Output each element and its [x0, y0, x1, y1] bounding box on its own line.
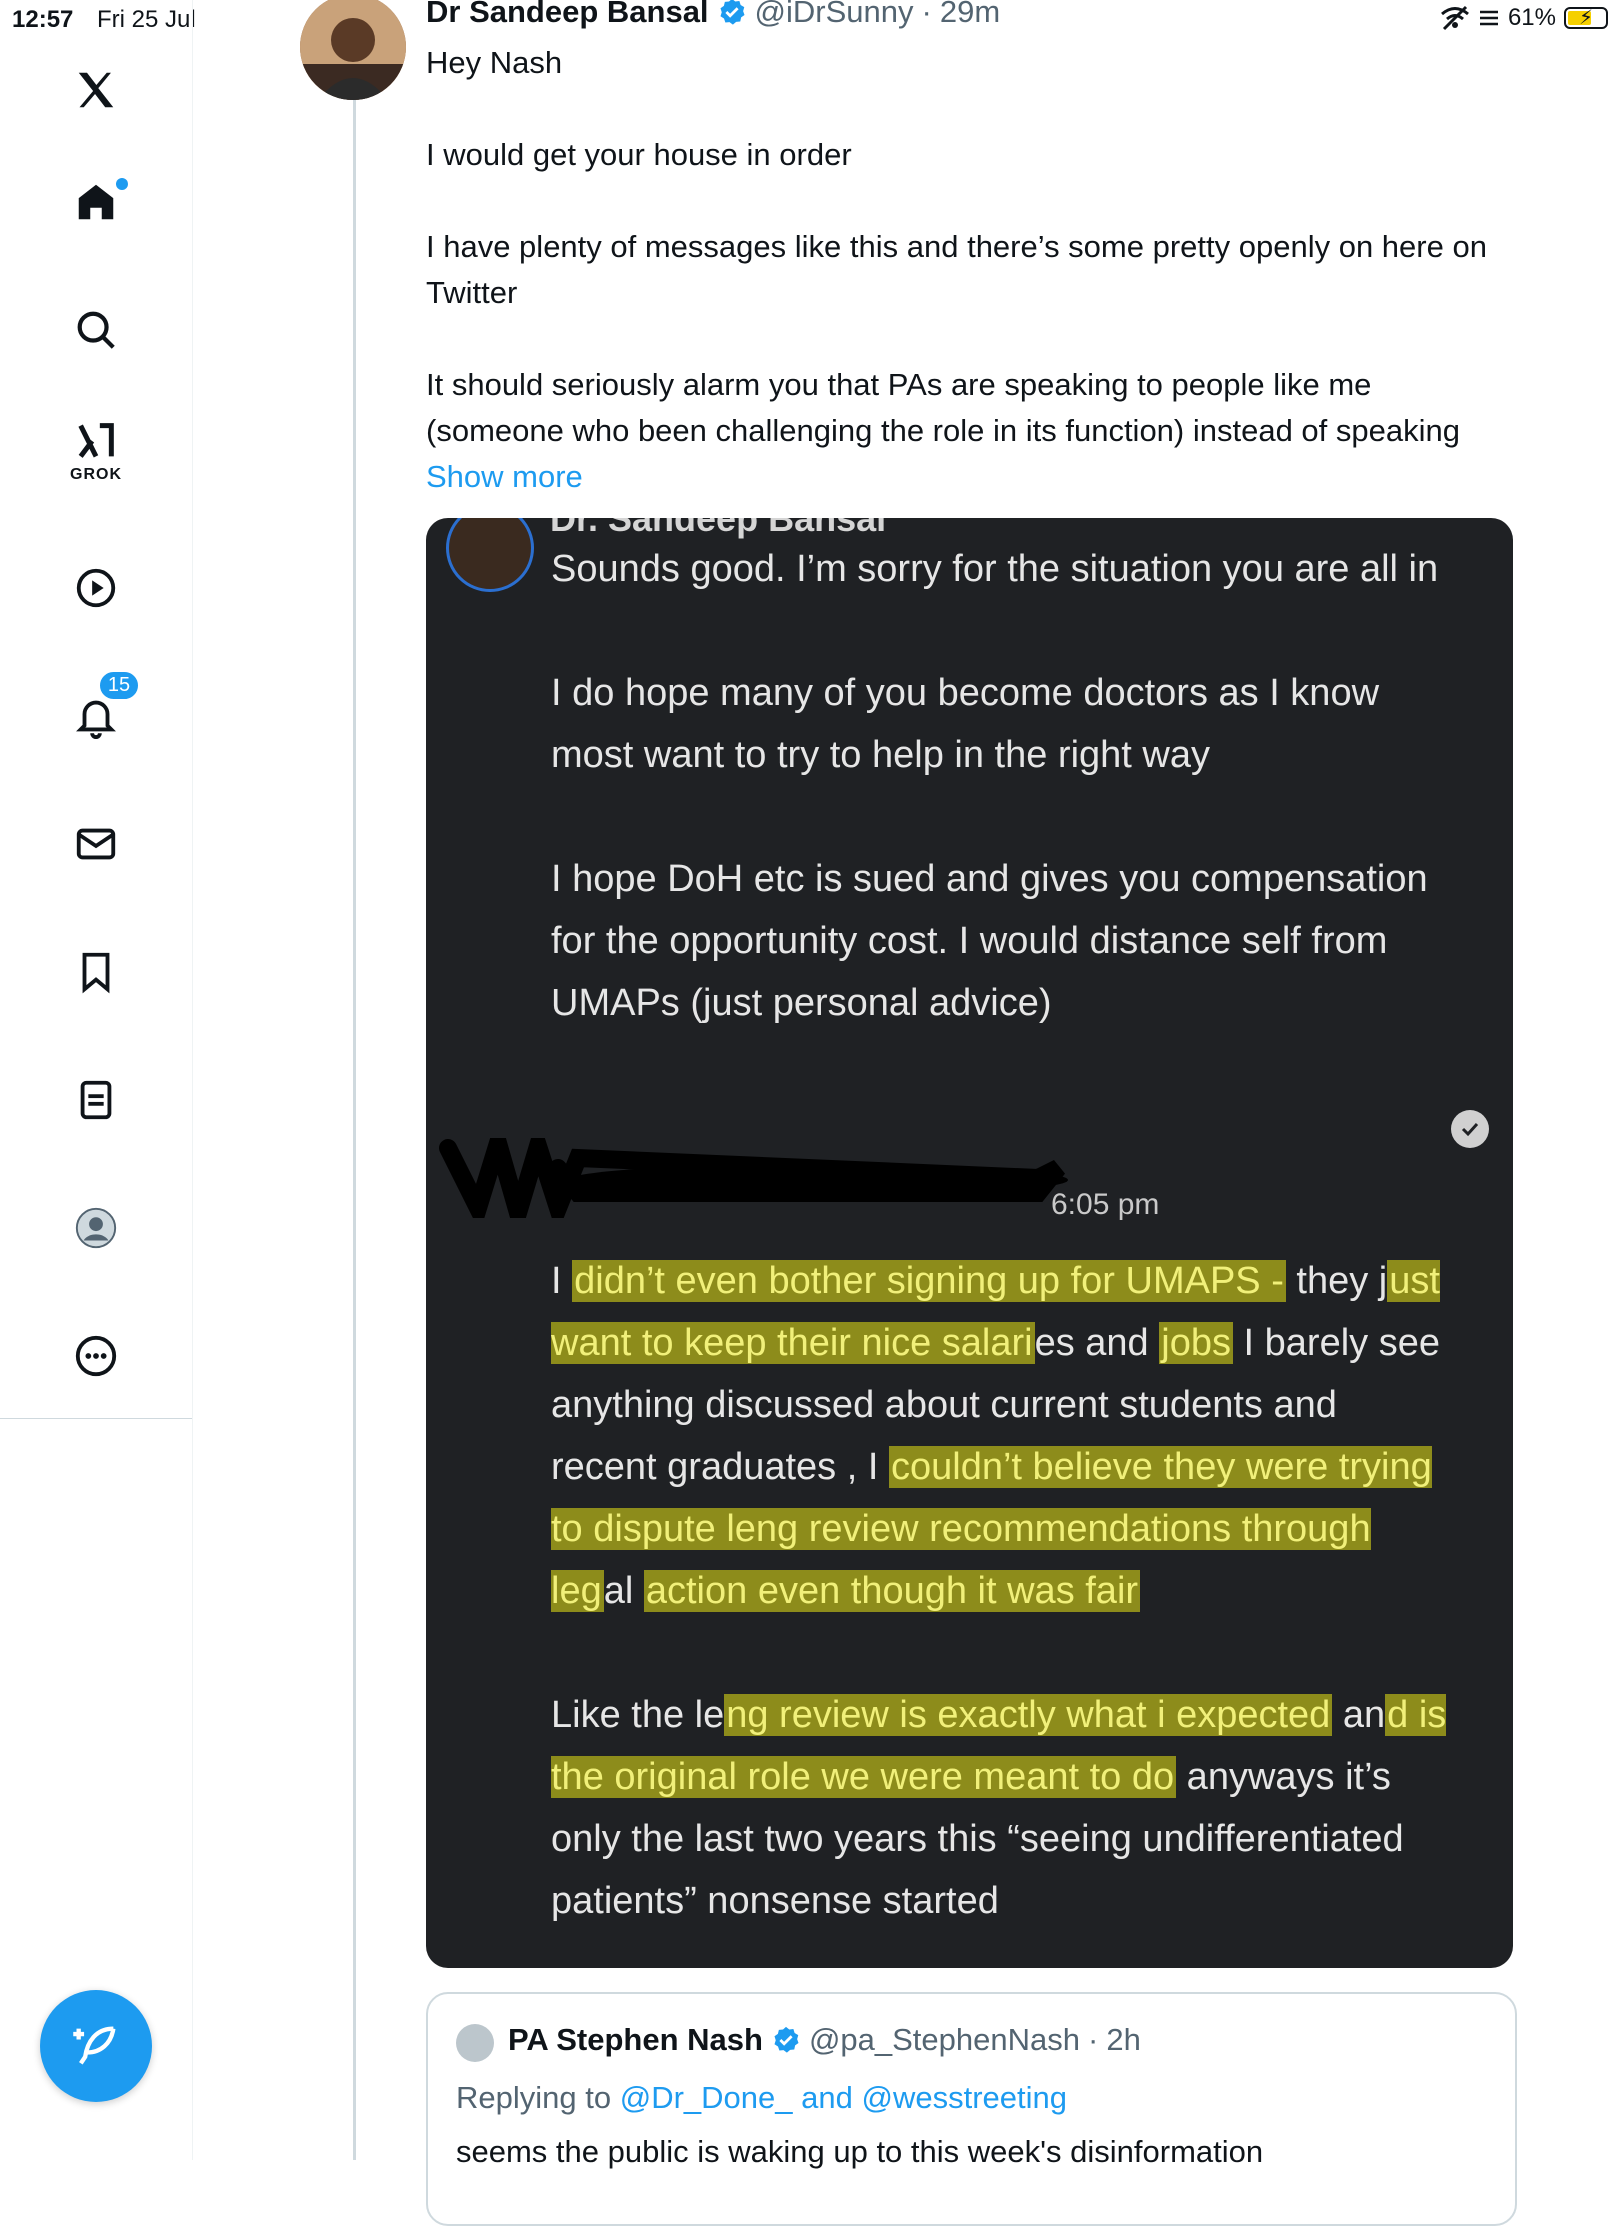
tweet-text: Hey Nash I would get your house in order…	[426, 40, 1516, 500]
x-logo[interactable]	[56, 50, 136, 130]
replying-prefix: Replying to	[456, 2080, 612, 2115]
highlighted-text: action even though it was fair	[643, 1570, 1141, 1612]
sidebar-item-home[interactable]	[56, 162, 136, 242]
read-check-icon	[1451, 1110, 1489, 1148]
msg-text: an	[1332, 1694, 1386, 1736]
verified-badge-icon	[720, 0, 745, 25]
profile-avatar-icon	[75, 1207, 117, 1249]
quote-author-handle: @pa_StephenNash	[808, 2022, 1080, 2057]
sidebar-item-notifications[interactable]: 15	[56, 670, 140, 756]
list-icon	[1479, 10, 1498, 26]
separator-dot: ·	[921, 0, 932, 29]
media-message-1: Sounds good. I’m sorry for the situation…	[551, 548, 1439, 1024]
thread-line	[353, 100, 356, 2160]
sidebar-item-lists[interactable]	[56, 1060, 136, 1140]
compose-button[interactable]	[40, 1990, 152, 2102]
media-sender-name: Dr. Sandeep Bansal	[550, 518, 887, 539]
battery-percent: 61%	[1507, 4, 1556, 31]
tweet-body: Hey Nash I would get your house in order…	[426, 45, 1487, 448]
play-circle-icon	[76, 568, 116, 608]
home-unread-dot	[116, 178, 128, 190]
quote-time: 2h	[1106, 2022, 1141, 2057]
media-timestamp: 6:05 pm	[1051, 1188, 1160, 1221]
sidebar-item-profile[interactable]	[56, 1188, 136, 1268]
sidebar-divider	[0, 1418, 192, 1419]
tweet-time[interactable]: 29m	[940, 0, 1000, 30]
show-more-link[interactable]: Show more	[426, 459, 583, 494]
highlighted-text: didn’t even bother signing up for UMAPS …	[572, 1260, 1286, 1302]
msg-text: I	[551, 1260, 573, 1302]
and-word: and	[801, 2080, 853, 2115]
bookmark-icon	[82, 952, 110, 994]
status-right: 61% ⚡	[1440, 4, 1608, 32]
msg-text: Like the le	[551, 1694, 725, 1736]
author-handle[interactable]: @iDrSunny	[755, 0, 914, 30]
notification-badge: 15	[98, 670, 140, 701]
redaction-scribble	[439, 1138, 1068, 1218]
grok-label: GROK	[70, 466, 122, 483]
quote-text: seems the public is waking up to this we…	[456, 2134, 1264, 2169]
msg-text: they j	[1285, 1260, 1388, 1302]
mention-link[interactable]: @Dr_Done_	[620, 2080, 793, 2115]
quoted-tweet[interactable]: PA Stephen Nash @pa_StephenNash · 2h Rep…	[426, 1992, 1517, 2226]
mention-link[interactable]: @wesstreeting	[861, 2080, 1067, 2115]
x-logo-icon	[78, 72, 114, 108]
highlighted-text: jobs	[1159, 1322, 1233, 1364]
tweet-header: Dr Sandeep Bansal @iDrSunny · 29m	[426, 0, 1000, 30]
avatar[interactable]	[300, 0, 406, 100]
verified-badge-icon	[774, 2026, 799, 2053]
list-document-icon	[80, 1080, 112, 1120]
msg-text: es and	[1034, 1322, 1160, 1364]
sidebar-item-search[interactable]	[56, 290, 136, 370]
home-icon	[78, 184, 114, 220]
compose-feather-icon	[73, 2026, 116, 2065]
sidebar-item-grok[interactable]: GROK	[56, 410, 136, 490]
media-message-2: I didn’t even bother signing up for UMAP…	[551, 1250, 1451, 1932]
quote-header: PA Stephen Nash @pa_StephenNash · 2h	[508, 2022, 1141, 2058]
sidebar-item-more[interactable]	[56, 1316, 136, 1396]
sidebar-item-bookmarks[interactable]	[56, 932, 136, 1012]
more-circle-icon	[75, 1335, 117, 1377]
highlighted-text: ng review is exactly what i expected	[724, 1694, 1333, 1736]
search-icon	[77, 311, 115, 349]
mail-icon	[76, 828, 116, 860]
wifi-off-icon	[1440, 5, 1469, 31]
media-avatar	[446, 518, 534, 592]
sidebar-item-video[interactable]	[56, 548, 136, 628]
quote-author-name: PA Stephen Nash	[508, 2022, 763, 2057]
quote-avatar	[456, 2024, 494, 2062]
replying-to: Replying to @Dr_Done_ and @wesstreeting	[456, 2080, 1067, 2116]
battery-icon: ⚡	[1564, 7, 1608, 29]
msg-text: al	[603, 1570, 644, 1612]
grok-icon	[78, 423, 114, 458]
author-name[interactable]: Dr Sandeep Bansal	[426, 0, 709, 30]
separator-dot: ·	[1088, 2022, 1099, 2057]
avatar-photo-icon	[300, 0, 406, 100]
sidebar-item-messages[interactable]	[56, 804, 136, 884]
sidebar: GROK 15	[0, 0, 193, 2160]
media-image[interactable]: Dr. Sandeep Bansal Sounds good. I’m sorr…	[426, 518, 1513, 1968]
